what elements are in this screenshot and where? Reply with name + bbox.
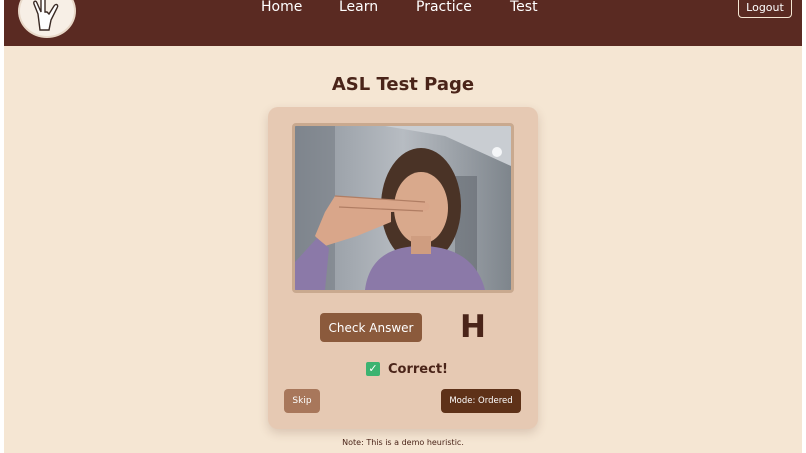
hand-sign-icon	[33, 0, 59, 31]
webcam-image	[295, 126, 511, 290]
test-card: Check Answer H ✓ Correct! Skip Mode: Ord…	[268, 107, 538, 429]
page-background: Home Learn Practice Test Logout ASL Test…	[4, 0, 802, 453]
nav-home[interactable]: Home	[261, 0, 302, 15]
nav-practice[interactable]: Practice	[416, 0, 472, 15]
demo-note: Note: This is a demo heuristic.	[342, 438, 464, 447]
nav-test[interactable]: Test	[510, 0, 538, 15]
navbar: Home Learn Practice Test Logout	[4, 0, 802, 46]
nav-learn[interactable]: Learn	[339, 0, 378, 15]
logout-button[interactable]: Logout	[738, 0, 792, 18]
target-letter: H	[460, 309, 486, 345]
check-answer-button[interactable]: Check Answer	[320, 313, 422, 342]
result-status: ✓ Correct!	[366, 359, 448, 379]
checkbox-check-icon: ✓	[366, 362, 380, 376]
mode-toggle-button[interactable]: Mode: Ordered	[441, 389, 521, 413]
result-text: Correct!	[388, 361, 448, 377]
asl-logo-icon[interactable]	[18, 0, 76, 38]
skip-button[interactable]: Skip	[284, 389, 320, 413]
page-title: ASL Test Page	[331, 74, 475, 95]
camera-feed	[292, 123, 514, 293]
